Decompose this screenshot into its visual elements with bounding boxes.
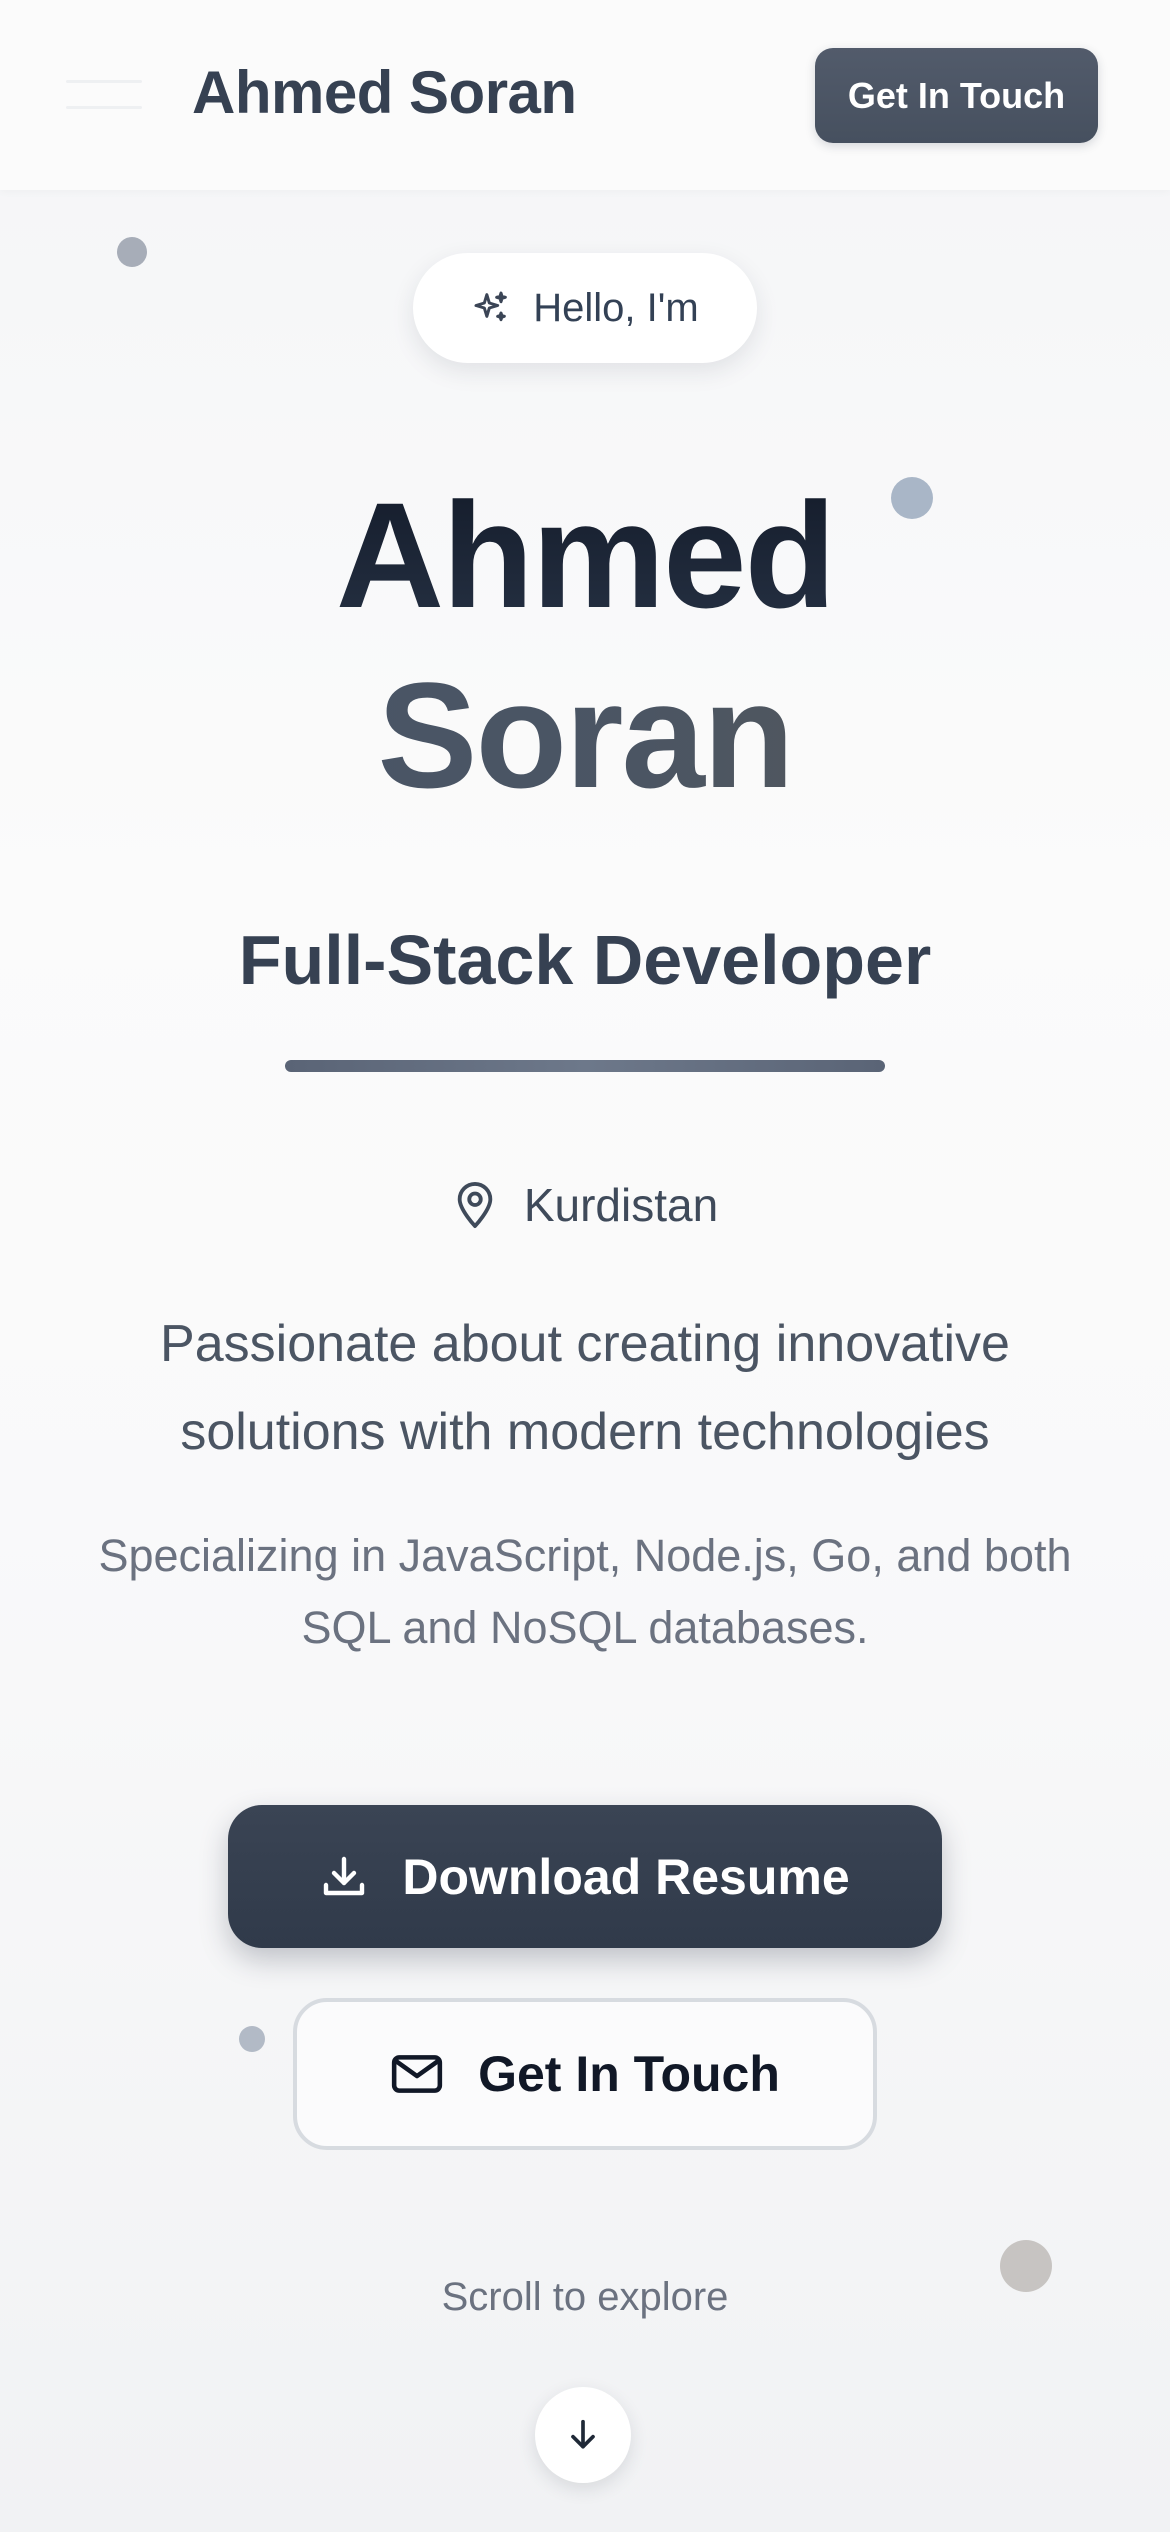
decorative-dot: [239, 2026, 265, 2052]
greeting-text: Hello, I'm: [533, 285, 699, 330]
sparkles-icon: [474, 291, 508, 322]
decorative-dot: [117, 237, 147, 267]
brand-name[interactable]: Ahmed Soran: [192, 58, 577, 127]
location: Kurdistan: [0, 1178, 1170, 1232]
hero-last-name: Soran: [0, 660, 1170, 810]
role-title: Full-Stack Developer: [238, 921, 932, 999]
map-pin-icon: [457, 1182, 493, 1228]
arrow-down-icon: [571, 2419, 595, 2449]
location-text: Kurdistan: [523, 1179, 719, 1231]
get-in-touch-label: Get In Touch: [478, 2046, 780, 2102]
mail-icon: [391, 2055, 443, 2093]
skills-summary: Specializing in JavaScript, Node.js, Go,…: [98, 1530, 1072, 1653]
hero-first-name: Ahmed: [0, 480, 1170, 630]
scroll-down-button[interactable]: [535, 2387, 631, 2483]
scroll-hint: Scroll to explore: [441, 2275, 729, 2319]
tagline: Passionate about creating innovative sol…: [160, 1315, 1010, 1461]
download-resume-label: Download Resume: [402, 1848, 850, 1905]
download-icon: [324, 1856, 365, 1895]
site-header: Ahmed Soran Get In Touch: [0, 0, 1170, 190]
download-resume-button[interactable]: Download Resume: [228, 1805, 942, 1948]
menu-icon[interactable]: [66, 78, 142, 112]
header-get-in-touch-button[interactable]: Get In Touch: [815, 48, 1098, 143]
role-underline: [285, 1060, 885, 1072]
get-in-touch-button[interactable]: Get In Touch: [293, 1998, 877, 2150]
greeting-badge: Hello, I'm: [413, 253, 757, 363]
